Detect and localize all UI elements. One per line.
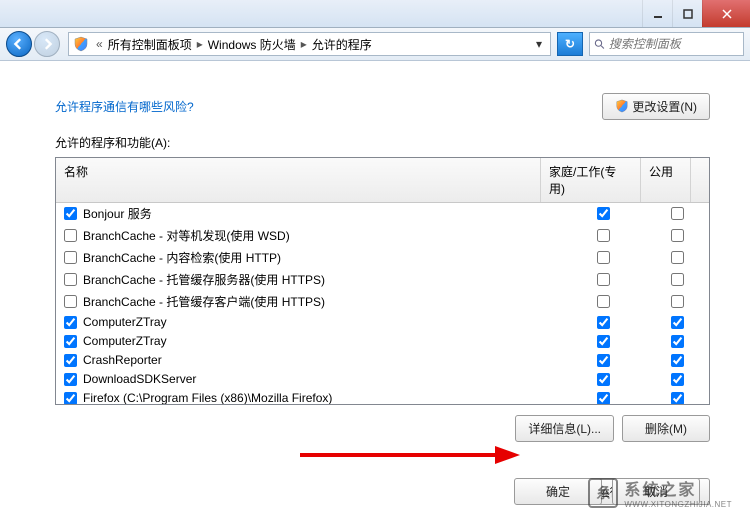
row-home-checkbox[interactable] bbox=[597, 316, 610, 329]
row-home-checkbox[interactable] bbox=[597, 229, 610, 242]
table-row[interactable]: Bonjour 服务 bbox=[56, 203, 709, 225]
row-public-checkbox[interactable] bbox=[671, 229, 684, 242]
row-public-checkbox[interactable] bbox=[671, 335, 684, 348]
table-row[interactable]: BranchCache - 托管缓存服务器(使用 HTTPS) bbox=[56, 269, 709, 291]
col-home[interactable]: 家庭/工作(专用) bbox=[541, 158, 641, 202]
row-home-checkbox[interactable] bbox=[597, 295, 610, 308]
row-public-checkbox[interactable] bbox=[671, 273, 684, 286]
address-bar: « 所有控制面板项 ▸ Windows 防火墙 ▸ 允许的程序 ▾ ↻ bbox=[0, 28, 750, 61]
breadcrumb-item[interactable]: 所有控制面板项 bbox=[108, 36, 192, 53]
breadcrumb-item[interactable]: Windows 防火墙 bbox=[208, 36, 296, 53]
table-body: Bonjour 服务 BranchCache - 对等机发现(使用 WSD) Bra… bbox=[56, 203, 709, 404]
annotation-arrow-icon bbox=[300, 440, 520, 470]
row-enable-checkbox[interactable] bbox=[64, 295, 77, 308]
row-home-checkbox[interactable] bbox=[597, 251, 610, 264]
programs-table: 名称 家庭/工作(专用) 公用 Bonjour 服务 BranchCache - … bbox=[55, 157, 710, 405]
row-enable-checkbox[interactable] bbox=[64, 316, 77, 329]
row-enable-checkbox[interactable] bbox=[64, 251, 77, 264]
row-name: BranchCache - 对等机发现(使用 WSD) bbox=[83, 227, 290, 244]
table-row[interactable]: DownloadSDKServer bbox=[56, 370, 709, 389]
table-row[interactable]: ComputerZTray bbox=[56, 313, 709, 332]
nav-buttons bbox=[6, 31, 62, 57]
details-button[interactable]: 详细信息(L)... bbox=[515, 415, 614, 442]
row-home-checkbox[interactable] bbox=[597, 335, 610, 348]
row-public-checkbox[interactable] bbox=[671, 251, 684, 264]
row-home-checkbox[interactable] bbox=[597, 392, 610, 405]
close-button[interactable] bbox=[702, 0, 750, 27]
table-row[interactable]: Firefox (C:\Program Files (x86)\Mozilla … bbox=[56, 389, 709, 404]
row-home-checkbox[interactable] bbox=[597, 354, 610, 367]
row-enable-checkbox[interactable] bbox=[64, 229, 77, 242]
row-public-checkbox[interactable] bbox=[671, 373, 684, 386]
back-button[interactable] bbox=[6, 31, 32, 57]
row-enable-checkbox[interactable] bbox=[64, 273, 77, 286]
change-settings-button[interactable]: 更改设置(N) bbox=[602, 93, 710, 120]
delete-button[interactable]: 删除(M) bbox=[622, 415, 710, 442]
row-public-checkbox[interactable] bbox=[671, 354, 684, 367]
risk-link[interactable]: 允许程序通信有哪些风险? bbox=[55, 98, 194, 115]
breadcrumb-history-dropdown-icon[interactable]: ▾ bbox=[530, 37, 548, 51]
table-row[interactable]: ComputerZTray bbox=[56, 332, 709, 351]
watermark-logo: 糸 bbox=[588, 478, 618, 508]
row-enable-checkbox[interactable] bbox=[64, 373, 77, 386]
row-name: CrashReporter bbox=[83, 353, 162, 367]
refresh-button[interactable]: ↻ bbox=[557, 32, 583, 56]
shield-icon bbox=[615, 99, 629, 113]
breadcrumb-dropdown-icon[interactable]: « bbox=[93, 37, 106, 51]
col-public[interactable]: 公用 bbox=[641, 158, 691, 202]
window-titlebar bbox=[0, 0, 750, 28]
row-name: BranchCache - 托管缓存客户端(使用 HTTPS) bbox=[83, 293, 325, 310]
breadcrumb-item[interactable]: 允许的程序 bbox=[312, 36, 372, 53]
row-name: ComputerZTray bbox=[83, 334, 167, 348]
row-enable-checkbox[interactable] bbox=[64, 392, 77, 405]
maximize-button[interactable] bbox=[672, 0, 702, 27]
table-row[interactable]: CrashReporter bbox=[56, 351, 709, 370]
row-public-checkbox[interactable] bbox=[671, 207, 684, 220]
shield-icon bbox=[73, 36, 89, 52]
search-box[interactable] bbox=[589, 32, 744, 56]
table-header: 名称 家庭/工作(专用) 公用 bbox=[56, 158, 709, 203]
row-name: Firefox (C:\Program Files (x86)\Mozilla … bbox=[83, 391, 332, 404]
row-home-checkbox[interactable] bbox=[597, 373, 610, 386]
breadcrumb-separator-icon: ▸ bbox=[298, 37, 310, 51]
table-row[interactable]: BranchCache - 对等机发现(使用 WSD) bbox=[56, 225, 709, 247]
table-row[interactable]: BranchCache - 内容检索(使用 HTTP) bbox=[56, 247, 709, 269]
search-icon bbox=[594, 38, 605, 50]
watermark: 糸 系统之家 WWW.XITONGZHIJIA.NET bbox=[588, 476, 732, 509]
breadcrumb[interactable]: « 所有控制面板项 ▸ Windows 防火墙 ▸ 允许的程序 ▾ bbox=[68, 32, 551, 56]
table-row[interactable]: BranchCache - 托管缓存客户端(使用 HTTPS) bbox=[56, 291, 709, 313]
row-home-checkbox[interactable] bbox=[597, 207, 610, 220]
row-name: ComputerZTray bbox=[83, 315, 167, 329]
row-home-checkbox[interactable] bbox=[597, 273, 610, 286]
section-label: 允许的程序和功能(A): bbox=[55, 134, 710, 151]
row-enable-checkbox[interactable] bbox=[64, 207, 77, 220]
row-public-checkbox[interactable] bbox=[671, 392, 684, 405]
row-name: BranchCache - 内容检索(使用 HTTP) bbox=[83, 249, 281, 266]
breadcrumb-separator-icon: ▸ bbox=[194, 37, 206, 51]
row-name: BranchCache - 托管缓存服务器(使用 HTTPS) bbox=[83, 271, 325, 288]
search-input[interactable] bbox=[609, 37, 739, 51]
row-public-checkbox[interactable] bbox=[671, 295, 684, 308]
row-name: DownloadSDKServer bbox=[83, 372, 196, 386]
minimize-button[interactable] bbox=[642, 0, 672, 27]
row-enable-checkbox[interactable] bbox=[64, 335, 77, 348]
forward-button[interactable] bbox=[34, 31, 60, 57]
content-area: 允许程序通信有哪些风险? 更改设置(N) 允许的程序和功能(A): 名称 家庭/… bbox=[0, 61, 750, 505]
col-name[interactable]: 名称 bbox=[56, 158, 541, 202]
row-enable-checkbox[interactable] bbox=[64, 354, 77, 367]
row-public-checkbox[interactable] bbox=[671, 316, 684, 329]
row-name: Bonjour 服务 bbox=[83, 205, 152, 222]
